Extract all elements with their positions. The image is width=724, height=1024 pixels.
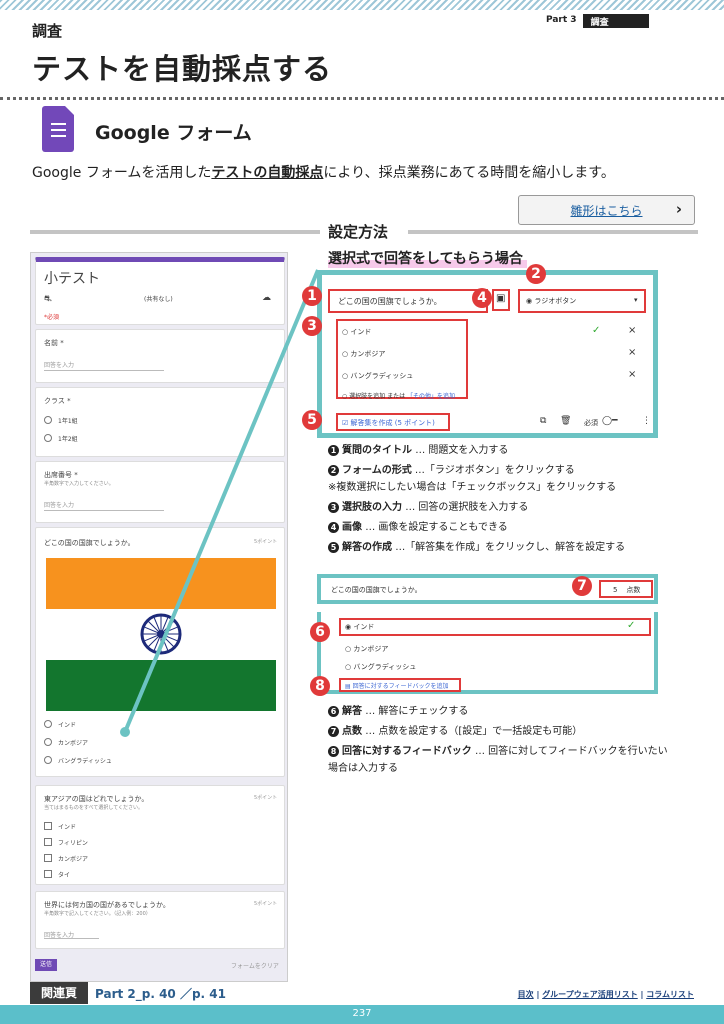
answer-opt-1[interactable]: ◉ インド [345, 622, 374, 632]
step-2-note: ※複数選択にしたい場合は「チェックボックス」をクリックする [328, 482, 617, 493]
trash-icon: 🗑 [560, 416, 572, 426]
answer-question-text: どこの国の国旗でしょうか。 [331, 586, 422, 594]
related-pages-label: 関連頁 [30, 982, 88, 1004]
marker-5: 5 [302, 410, 322, 430]
answer-opt-3: ○ バングラディッシュ [345, 663, 417, 671]
radio-type-select[interactable]: ◉ ラジオボタン [526, 296, 576, 306]
marker-6: 6 [310, 622, 330, 642]
toggle-icon[interactable]: ◯━ [602, 416, 618, 426]
step-1: 1 質問のタイトル … 問題文を入力する [328, 444, 708, 458]
option-1: ○ インド [342, 328, 372, 336]
correct-answer-box [339, 618, 651, 636]
close-icon: × [628, 369, 637, 380]
toc-link[interactable]: 目次 [518, 990, 534, 999]
step-2: 2 フォームの形式 …「ラジオボタン」をクリックする [328, 464, 708, 478]
required-toggle-label: 必須 [584, 419, 598, 427]
dropdown-icon: ▾ [634, 296, 638, 304]
step-8-cont: 場合は入力する [328, 763, 398, 774]
check-icon: ✓ [592, 325, 601, 336]
step-3: 3 選択肢の入力 … 回答の選択肢を入力する [328, 501, 708, 515]
step-7: 7 点数 … 点数を設定する（[設定」で一括設定も可能） [328, 725, 708, 739]
step-8: 8 回答に対するフィードバック … 回答に対してフィードバックを行いたい [328, 745, 708, 759]
image-icon[interactable]: ▣ [496, 293, 505, 304]
option-3: ○ バングラディッシュ [342, 372, 414, 380]
steps-list-1: 1 質問のタイトル … 問題文を入力する 2 フォームの形式 …「ラジオボタン」をク… [328, 444, 708, 555]
close-icon: × [628, 325, 637, 336]
answer-question-panel: どこの国の国旗でしょうか。 5 点数 [317, 574, 658, 604]
step-4: 4 画像 … 画像を設定することもできる [328, 521, 708, 535]
column-list-link[interactable]: コラムリスト [646, 990, 694, 999]
points-value[interactable]: 5 点数 [613, 585, 640, 595]
steps-list-2: 6 解答 … 解答にチェックする 7 点数 … 点数を設定する（[設定」で一括設定も… [328, 705, 708, 776]
marker-8: 8 [310, 676, 330, 696]
answer-key-button[interactable]: ☑ 解答集を作成 (5 ポイント) [342, 418, 435, 428]
more-icon: ⋮ [642, 416, 651, 426]
option-2: ○ カンボジア [342, 350, 386, 358]
marker-4: 4 [472, 288, 492, 308]
close-icon: × [628, 347, 637, 358]
marker-7: 7 [572, 576, 592, 596]
marker-2: 2 [526, 264, 546, 284]
answer-opt-2: ○ カンボジア [345, 645, 389, 653]
related-pages-refs[interactable]: Part 2_p. 40 ／p. 41 [95, 985, 226, 1002]
footer-links: 目次 | グループウェア活用リスト | コラムリスト [517, 990, 694, 999]
answer-options-panel: ◉ インド ✓ ○ カンボジア ○ バングラディッシュ ▤ 回答に対するフィード… [317, 612, 658, 694]
page-number: 237 [352, 1008, 372, 1019]
marker-1: 1 [302, 286, 322, 306]
editor-question: どこの国の国旗でしょうか。 [338, 297, 442, 306]
step-5: 5 解答の作成 …「解答集を作成」をクリックし、解答を設定する [328, 541, 708, 555]
feedback-link[interactable]: ▤ 回答に対するフィードバックを追加 [345, 681, 448, 690]
step-6: 6 解答 … 解答にチェックする [328, 705, 708, 719]
copy-icon: ⧉ [540, 416, 547, 426]
add-option-link[interactable]: ○ 選択肢を追加 または 「その他」を追加 [342, 391, 455, 400]
check-icon: ✓ [627, 620, 636, 631]
groupware-list-link[interactable]: グループウェア活用リスト [542, 990, 638, 999]
marker-3: 3 [302, 316, 322, 336]
